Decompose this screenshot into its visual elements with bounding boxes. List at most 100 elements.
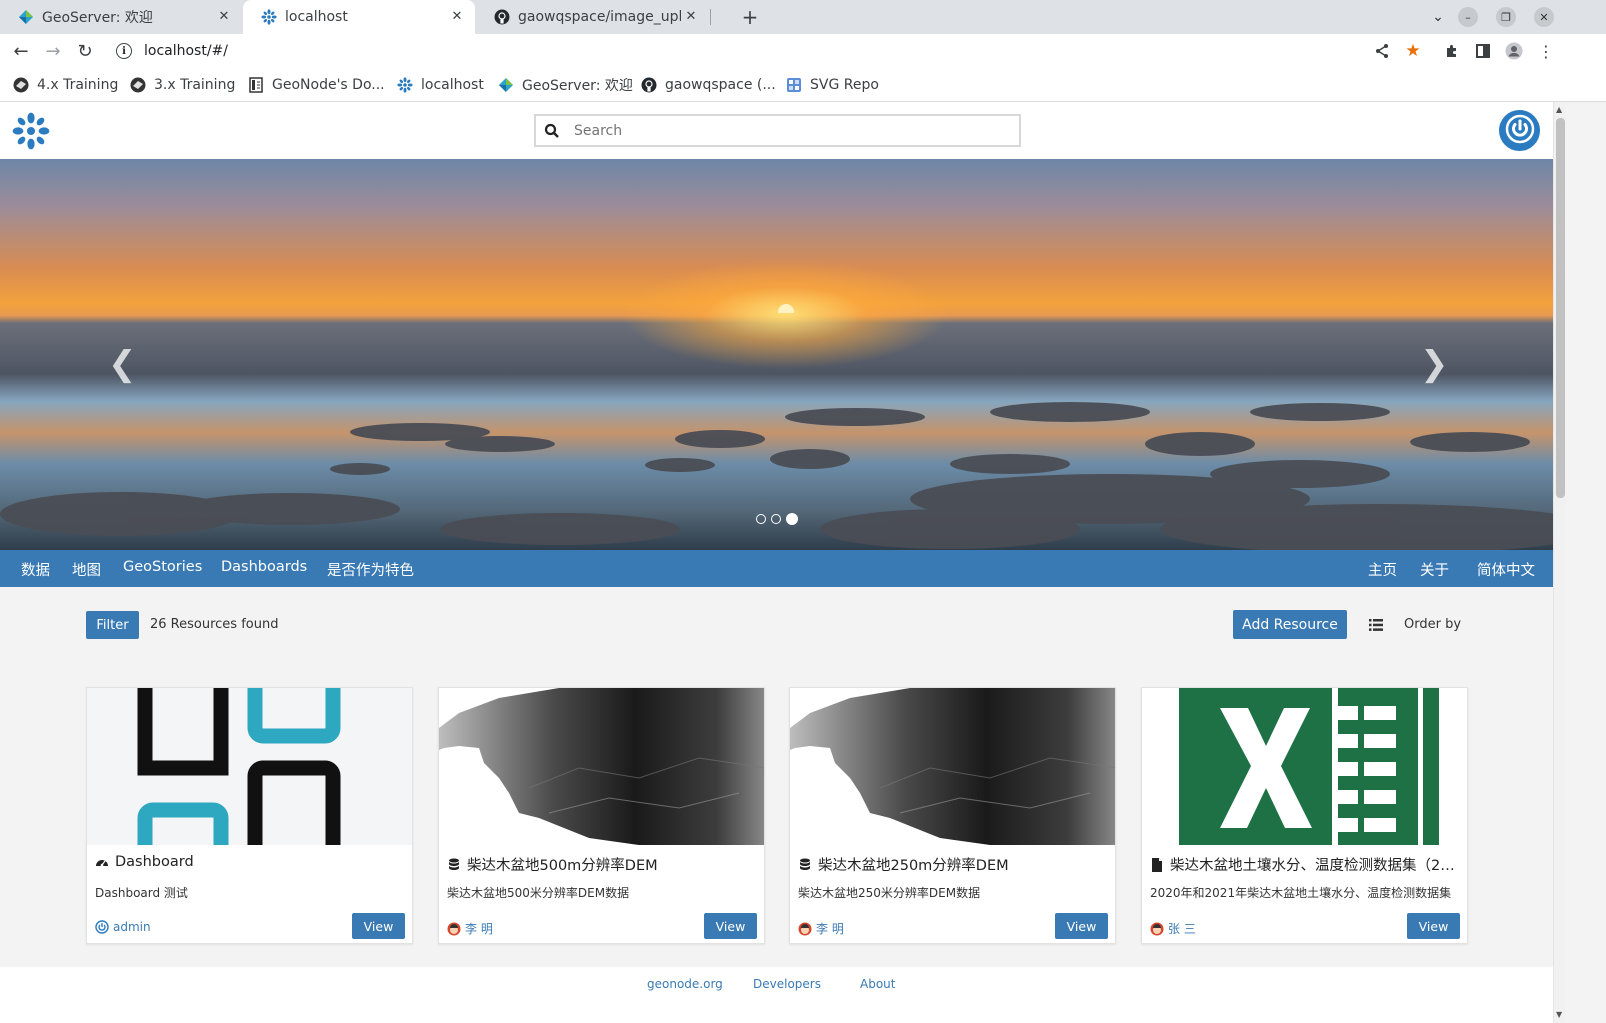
user-avatar-icon bbox=[798, 922, 812, 936]
card-title-text: 柴达木盆地土壤水分、温度检测数据集（2020... bbox=[1170, 858, 1462, 874]
bookmark-item[interactable]: GeoServer: 欢迎 bbox=[498, 75, 633, 95]
order-by-dropdown[interactable]: Order by bbox=[1404, 617, 1461, 632]
carousel-prev-icon[interactable]: ❮ bbox=[108, 344, 137, 384]
dashboard-thumbnail bbox=[87, 688, 412, 845]
nav-item-dashboards[interactable]: Dashboards bbox=[221, 559, 307, 575]
close-tab-icon[interactable]: ✕ bbox=[449, 9, 465, 24]
bookmarks-bar: 4.x Training 3.x Training GeoNode's Do..… bbox=[0, 68, 1606, 102]
owner-name: admin bbox=[113, 920, 151, 934]
database-icon bbox=[798, 858, 812, 872]
footer-link-about[interactable]: About bbox=[860, 977, 895, 991]
nav-item-geostories[interactable]: GeoStories bbox=[123, 559, 202, 575]
nav-item-about[interactable]: 关于 bbox=[1420, 559, 1449, 580]
site-info-icon[interactable]: i bbox=[116, 43, 132, 59]
tab-localhost[interactable]: localhost ✕ bbox=[243, 0, 475, 34]
share-icon[interactable] bbox=[1373, 42, 1391, 60]
scrollbar-thumb[interactable] bbox=[1556, 118, 1565, 498]
bookmark-item[interactable]: 4.x Training bbox=[13, 75, 118, 95]
card-title[interactable]: 柴达木盆地250m分辨率DEM bbox=[798, 854, 1110, 875]
back-icon[interactable]: ← bbox=[10, 40, 32, 62]
card-owner[interactable]: 李 明 bbox=[447, 920, 493, 937]
close-tab-icon[interactable]: ✕ bbox=[683, 9, 699, 24]
view-button[interactable]: View bbox=[704, 913, 757, 939]
page-scrollbar[interactable]: ▲ ▼ bbox=[1553, 102, 1566, 1023]
bookmark-item[interactable]: SVG Repo bbox=[786, 75, 879, 95]
bookmark-item[interactable]: localhost bbox=[397, 75, 484, 95]
view-button[interactable]: View bbox=[1407, 913, 1460, 939]
geonode-icon bbox=[261, 9, 277, 25]
resource-card[interactable]: 柴达木盆地500m分辨率DEM 柴达木盆地500米分辨率DEM数据 李 明 Vi… bbox=[438, 687, 765, 944]
carousel-dot[interactable] bbox=[771, 514, 781, 524]
carousel-dot-active[interactable] bbox=[786, 513, 798, 525]
login-button[interactable] bbox=[1499, 110, 1540, 151]
card-owner[interactable]: admin bbox=[95, 920, 151, 934]
resource-card[interactable]: 柴达木盆地250m分辨率DEM 柴达木盆地250米分辨率DEM数据 李 明 Vi… bbox=[789, 687, 1116, 944]
power-icon bbox=[1505, 114, 1535, 148]
add-resource-button[interactable]: Add Resource bbox=[1233, 610, 1347, 639]
bookmark-label: GeoNode's Do... bbox=[272, 77, 385, 93]
card-owner[interactable]: 张 三 bbox=[1150, 920, 1196, 937]
dem-thumbnail bbox=[790, 688, 1115, 845]
list-view-icon[interactable] bbox=[1369, 617, 1383, 631]
results-count: 26 Resources found bbox=[150, 617, 279, 632]
address-url: localhost/#/ bbox=[144, 43, 229, 59]
user-avatar-icon bbox=[447, 922, 461, 936]
minimize-icon[interactable]: – bbox=[1458, 7, 1478, 27]
browser-menu-icon[interactable]: ⋮ bbox=[1537, 42, 1555, 61]
bookmark-star-icon[interactable]: ★ bbox=[1404, 41, 1422, 61]
tab-github[interactable]: gaowqspace/image_uplo ✕ bbox=[476, 0, 709, 34]
footer-link-developers[interactable]: Developers bbox=[753, 977, 821, 991]
card-description: 柴达木盆地500米分辨率DEM数据 bbox=[447, 886, 630, 900]
search-input[interactable] bbox=[574, 122, 974, 139]
side-panel-icon[interactable] bbox=[1474, 42, 1492, 60]
card-title[interactable]: 柴达木盆地土壤水分、温度检测数据集（2020... bbox=[1150, 854, 1462, 875]
new-tab-button[interactable]: + bbox=[738, 5, 762, 29]
geoserver-icon bbox=[498, 77, 514, 93]
doc-icon bbox=[248, 77, 264, 93]
tab-search-icon[interactable]: ⌄ bbox=[1428, 7, 1448, 27]
nav-item-home[interactable]: 主页 bbox=[1368, 559, 1397, 580]
scroll-down-icon[interactable]: ▼ bbox=[1556, 1010, 1562, 1019]
card-description: Dashboard 测试 bbox=[95, 886, 188, 900]
bookmark-item[interactable]: gaowqspace (... bbox=[641, 75, 776, 95]
close-window-icon[interactable]: ✕ bbox=[1534, 7, 1554, 27]
tab-title: localhost bbox=[285, 9, 348, 25]
forward-icon[interactable]: → bbox=[42, 40, 64, 62]
address-bar[interactable]: i localhost/#/ bbox=[106, 37, 1446, 65]
filter-button[interactable]: Filter bbox=[86, 611, 139, 639]
resource-card[interactable]: Dashboard Dashboard 测试 admin View bbox=[86, 687, 413, 944]
footer-link-geonode[interactable]: geonode.org bbox=[647, 977, 723, 991]
geonode-logo-icon[interactable] bbox=[12, 112, 50, 150]
tab-separator bbox=[710, 9, 711, 25]
card-owner[interactable]: 李 明 bbox=[798, 920, 844, 937]
bookmark-item[interactable]: GeoNode's Do... bbox=[248, 75, 385, 95]
extensions-icon[interactable] bbox=[1443, 42, 1461, 60]
power-avatar-icon bbox=[95, 920, 109, 934]
search-bar[interactable] bbox=[534, 114, 1021, 147]
language-selector[interactable]: 简体中文 bbox=[1477, 559, 1535, 580]
nav-item-maps[interactable]: 地图 bbox=[72, 559, 101, 580]
tab-geoserver[interactable]: GeoServer: 欢迎 ✕ bbox=[0, 0, 242, 34]
view-button[interactable]: View bbox=[1055, 913, 1108, 939]
bookmark-label: SVG Repo bbox=[810, 77, 879, 93]
card-title[interactable]: Dashboard bbox=[95, 854, 407, 870]
carousel-next-icon[interactable]: ❯ bbox=[1420, 344, 1449, 384]
reload-icon[interactable]: ↻ bbox=[74, 40, 96, 62]
view-button[interactable]: View bbox=[352, 913, 405, 939]
nav-item-featured[interactable]: 是否作为特色 bbox=[327, 559, 414, 580]
tab-title: GeoServer: 欢迎 bbox=[42, 10, 153, 26]
card-description: 2020年和2021年柴达木盆地土壤水分、温度检测数据集 bbox=[1150, 886, 1452, 900]
user-avatar-icon bbox=[1150, 922, 1164, 936]
resource-card[interactable]: 柴达木盆地土壤水分、温度检测数据集（2020... 2020年和2021年柴达木… bbox=[1141, 687, 1468, 944]
bookmark-item[interactable]: 3.x Training bbox=[130, 75, 235, 95]
card-description: 柴达木盆地250米分辨率DEM数据 bbox=[798, 886, 981, 900]
nav-item-data[interactable]: 数据 bbox=[21, 559, 50, 580]
carousel-dot[interactable] bbox=[756, 514, 766, 524]
scroll-up-icon[interactable]: ▲ bbox=[1556, 105, 1562, 114]
restore-icon[interactable]: ❐ bbox=[1496, 7, 1516, 27]
svgrepo-icon bbox=[786, 77, 802, 93]
web-page: ❮ ❯ 数据 地图 GeoStories Dashboards 是否作为特色 主… bbox=[0, 102, 1553, 1023]
profile-avatar-icon[interactable] bbox=[1505, 42, 1523, 60]
close-tab-icon[interactable]: ✕ bbox=[216, 9, 232, 24]
card-title[interactable]: 柴达木盆地500m分辨率DEM bbox=[447, 854, 759, 875]
